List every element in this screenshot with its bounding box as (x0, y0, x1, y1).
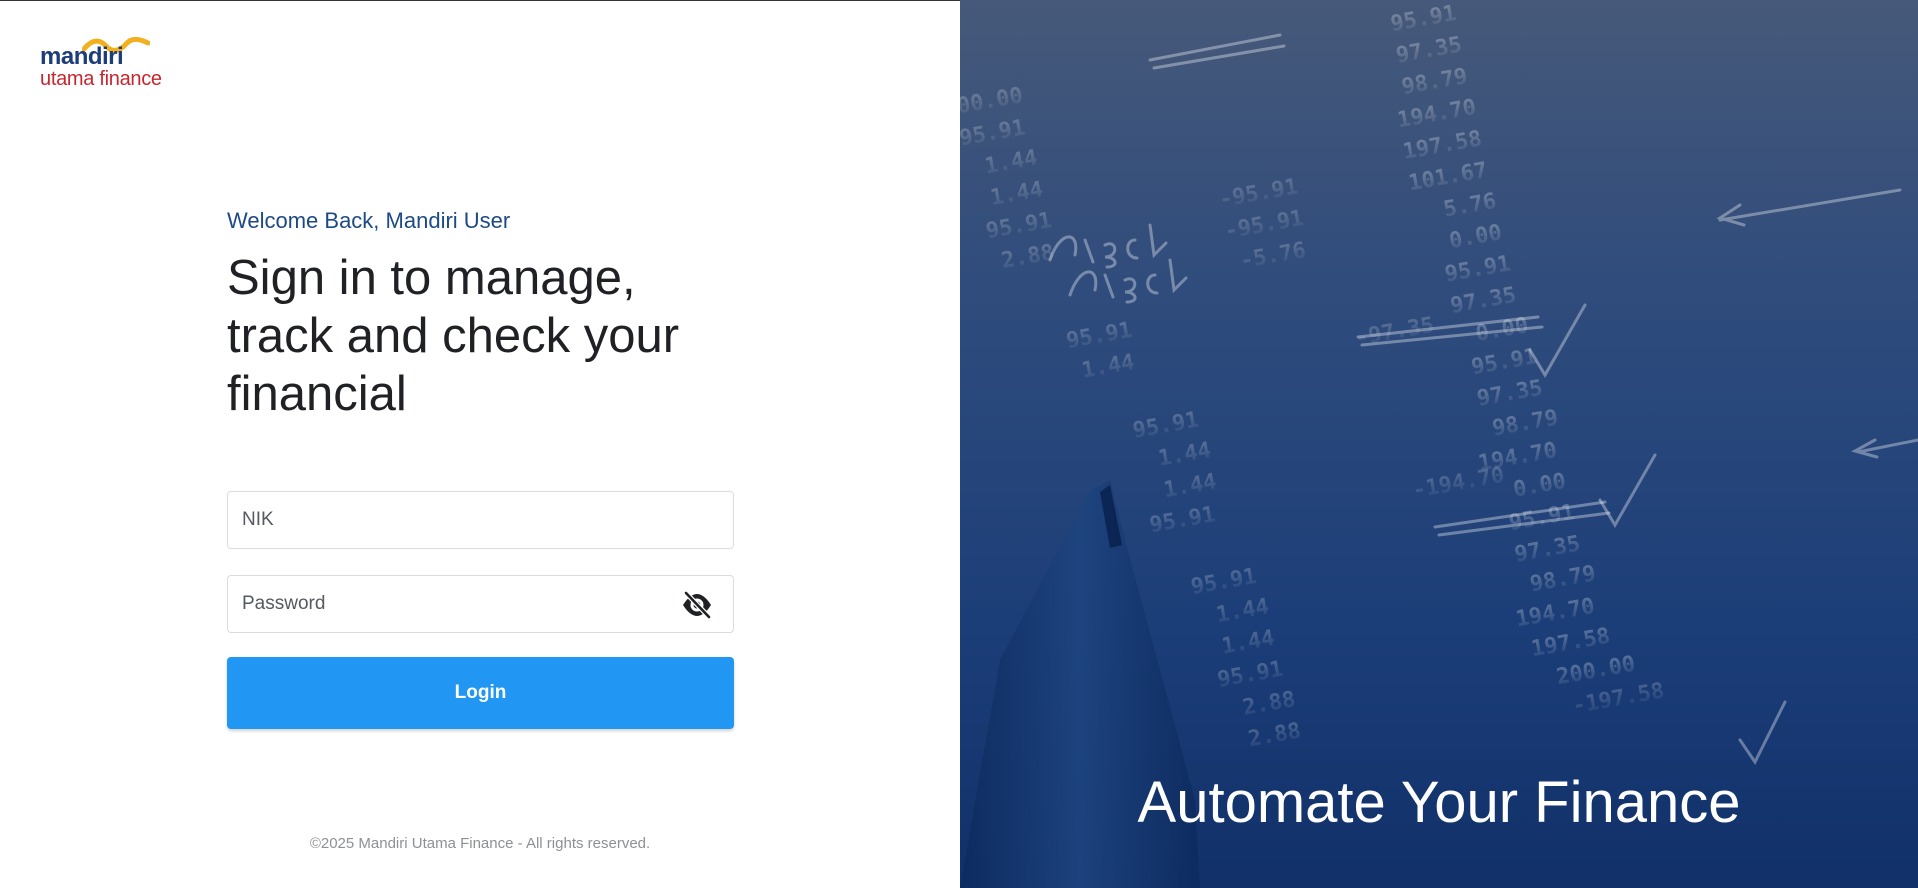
svg-text:0.00: 0.00 (1511, 469, 1568, 503)
svg-text:-5.76: -5.76 (1238, 238, 1308, 274)
svg-text:-194.70: -194.70 (1411, 463, 1507, 504)
svg-text:-95.91: -95.91 (1223, 206, 1306, 244)
brand-name-top: mandiri (40, 43, 124, 70)
brand-logo: mandiri utama finance (40, 37, 176, 93)
svg-text:-95.91: -95.91 (1217, 174, 1300, 212)
svg-text:95.91: 95.91 (1189, 564, 1259, 600)
svg-text:98.79: 98.79 (1490, 405, 1560, 441)
svg-text:0.00: 0.00 (1447, 220, 1504, 254)
hero-panel: 95.91 97.35 98.79 194.70 197.58 101.67 5.76 0… (960, 0, 1918, 888)
svg-text:98.79: 98.79 (1528, 561, 1598, 597)
eye-off-icon[interactable] (681, 591, 713, 619)
svg-text:95.91: 95.91 (1443, 251, 1513, 287)
svg-text:1.44: 1.44 (983, 146, 1040, 180)
svg-text:1.44: 1.44 (1220, 626, 1277, 660)
login-form: Welcome Back, Mandiri User Sign in to ma… (227, 207, 734, 729)
svg-text:101.67: 101.67 (1407, 158, 1490, 196)
svg-text:95.91: 95.91 (1216, 657, 1286, 693)
svg-text:98.79: 98.79 (1400, 64, 1470, 100)
svg-text:1.44: 1.44 (1214, 594, 1271, 628)
svg-text:95.91: 95.91 (960, 115, 1027, 151)
svg-text:197.58: 197.58 (1401, 126, 1484, 164)
svg-text:95.91: 95.91 (1389, 1, 1459, 37)
svg-text:1.44: 1.44 (1162, 470, 1219, 504)
svg-text:97.35: 97.35 (1513, 532, 1583, 568)
svg-text:95.91: 95.91 (1148, 502, 1218, 538)
svg-text:95.91: 95.91 (1064, 318, 1134, 354)
page-title: Sign in to manage, track and check your … (227, 251, 680, 421)
svg-text:1.44: 1.44 (988, 177, 1045, 211)
password-input[interactable] (242, 576, 662, 632)
welcome-text: Welcome Back, Mandiri User (227, 208, 511, 233)
svg-text:95.91: 95.91 (984, 208, 1054, 244)
svg-text:2.88: 2.88 (1246, 719, 1303, 753)
password-field (227, 575, 734, 633)
svg-text:97.35: 97.35 (1394, 33, 1464, 69)
svg-text:2.88: 2.88 (1000, 240, 1057, 274)
svg-text:97.35: 97.35 (1449, 283, 1519, 319)
svg-text:194.70: 194.70 (1396, 95, 1479, 133)
footer-copyright: ©2025 Mandiri Utama Finance - All rights… (309, 835, 651, 852)
login-button[interactable]: Login (227, 657, 734, 729)
svg-text:95.91: 95.91 (1131, 408, 1201, 444)
login-panel: mandiri utama finance Welcome Back, Mand… (0, 0, 960, 888)
nik-field (227, 491, 734, 549)
svg-text:197.58: 197.58 (1529, 624, 1612, 662)
svg-text:1.44: 1.44 (1156, 438, 1213, 472)
hero-background-image: 95.9197.3598.79 194.70197.58101.67 5.760… (960, 1, 1918, 888)
brand-name-bottom: utama finance (40, 68, 162, 90)
svg-text:2.88: 2.88 (1241, 687, 1298, 721)
svg-text:97.35: 97.35 (1475, 376, 1545, 412)
login-page: mandiri utama finance Welcome Back, Mand… (0, 0, 1918, 888)
hero-tagline: Automate Your Finance (1137, 770, 1741, 835)
svg-text:194.70: 194.70 (1514, 594, 1597, 632)
nik-input[interactable] (242, 492, 662, 548)
svg-text:5.76: 5.76 (1442, 189, 1499, 223)
svg-text:1.44: 1.44 (1080, 350, 1137, 384)
